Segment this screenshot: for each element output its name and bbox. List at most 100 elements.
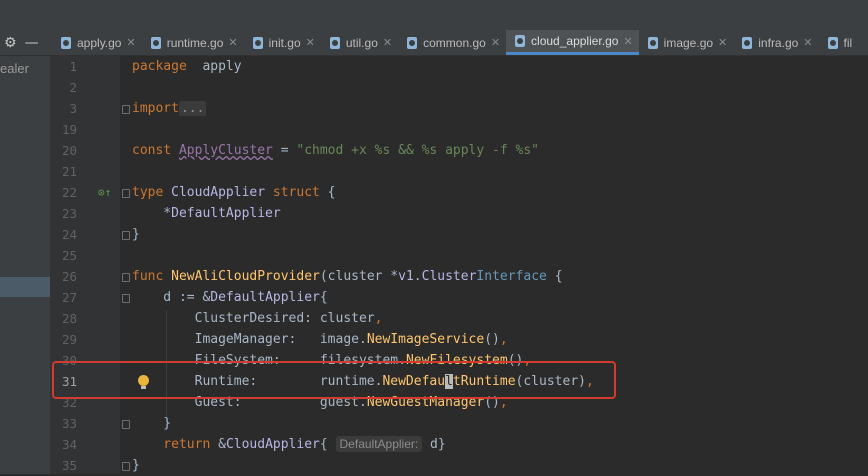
code-line[interactable]: 3 import... (50, 98, 868, 119)
close-icon[interactable]: ✕ (306, 36, 315, 49)
close-icon[interactable]: ✕ (491, 36, 500, 49)
line-number: 21 (61, 164, 77, 179)
code-token: } (132, 458, 140, 473)
line-number: 25 (61, 248, 77, 263)
code-token: { (319, 290, 328, 305)
code-token: = (272, 143, 297, 158)
project-sidebar: ealer (0, 56, 50, 474)
gear-icon[interactable]: ⚙ (4, 35, 17, 51)
editor-tab-bar: ⚙ — apply.go ✕ runtime.go ✕ init.go ✕ util.go ✕… (0, 30, 868, 56)
code-token: package (132, 59, 187, 74)
go-file-icon (150, 36, 161, 49)
code-text: const ApplyCluster = "chmod +x %s && %s … (132, 140, 539, 161)
code-token: () (484, 332, 500, 347)
code-token: v1 (398, 269, 414, 284)
code-line[interactable]: 19 (50, 119, 868, 140)
code-line[interactable]: 29 ImageManager: image.NewImageService()… (50, 329, 868, 350)
code-token: ApplyCluster (178, 143, 273, 158)
go-file-icon (252, 36, 263, 49)
code-token: ImageManager: image. (132, 332, 367, 347)
code-token: DefaultApplier (210, 290, 320, 305)
close-icon[interactable]: ✕ (126, 36, 135, 49)
tab-infra-go[interactable]: infra.go ✕ (733, 30, 818, 55)
code-text: import... (132, 98, 207, 119)
fold-marker-icon[interactable] (122, 273, 130, 282)
close-icon[interactable]: ✕ (803, 36, 812, 49)
code-line[interactable]: 27 d := &DefaultApplier{ (50, 287, 868, 308)
code-text: ImageManager: image.NewImageService(), (132, 329, 508, 350)
implementation-marker-icon[interactable]: ⊙↑ (98, 182, 111, 203)
code-line[interactable]: 1 package apply (50, 56, 868, 77)
tab-common-go[interactable]: common.go ✕ (398, 30, 506, 55)
tab-init-go[interactable]: init.go ✕ (244, 30, 321, 55)
title-strip (0, 0, 868, 30)
code-token: DefaultApplier (171, 206, 281, 221)
code-token: } (132, 416, 172, 431)
code-line[interactable]: 24} (50, 224, 868, 245)
code-line[interactable]: 20 const ApplyCluster = "chmod +x %s && %… (50, 140, 868, 161)
sidebar-selected-row[interactable] (0, 277, 50, 297)
code-line[interactable]: 2 (50, 77, 868, 98)
go-file-icon (742, 36, 753, 49)
fold-marker-icon[interactable] (122, 294, 130, 303)
code-token: NewAliCloudProvider (171, 269, 320, 284)
tab-runtime-go[interactable]: runtime.go ✕ (142, 30, 244, 55)
code-line[interactable]: 33 } (50, 413, 868, 434)
code-token: struct (272, 185, 320, 200)
line-number: 3 (69, 101, 77, 116)
fold-marker-icon[interactable] (122, 462, 130, 471)
code-line[interactable]: 26 func NewAliCloudProvider(cluster *v1.C… (50, 266, 868, 287)
line-number: 20 (61, 143, 77, 158)
close-icon[interactable]: ✕ (383, 36, 392, 49)
code-token: Interface (476, 269, 547, 284)
code-line[interactable]: 35} (50, 455, 868, 476)
tab-cloud-applier-go[interactable]: cloud_applier.go ✕ (506, 30, 639, 55)
code-token: { (546, 269, 563, 284)
close-icon[interactable]: ✕ (228, 36, 237, 49)
line-number: 22 (61, 185, 77, 200)
line-number: 28 (61, 311, 77, 326)
code-text: d := &DefaultApplier{ (132, 287, 328, 308)
code-text: ClusterDesired: cluster, (132, 308, 383, 329)
go-file-icon (329, 36, 340, 49)
code-token: * (132, 206, 172, 221)
code-token: "chmod +x %s && %s apply -f %s" (296, 143, 540, 158)
code-token: ClusterDesired: cluster (132, 311, 375, 326)
code-token: { (319, 437, 336, 452)
code-token: } (132, 227, 140, 242)
tab-label: cloud_applier.go (531, 34, 619, 48)
fold-marker-icon[interactable] (122, 105, 130, 114)
code-text: } (132, 224, 140, 245)
code-line[interactable]: 22 ⊙↑ type CloudApplier struct { (50, 182, 868, 203)
close-icon[interactable]: ✕ (718, 36, 727, 49)
tab-fil[interactable]: fil (819, 30, 859, 55)
tab-list: apply.go ✕ runtime.go ✕ init.go ✕ util.go ✕ comm… (52, 30, 858, 55)
minus-icon[interactable]: — (25, 35, 39, 51)
fold-marker-icon[interactable] (122, 420, 130, 429)
code-editor[interactable]: 1 package apply 2 3 import... 19 20 const Apply… (50, 56, 868, 476)
tab-apply-go[interactable]: apply.go ✕ (52, 30, 142, 55)
folded-region[interactable]: ... (178, 101, 207, 116)
close-icon[interactable]: ✕ (623, 35, 632, 48)
line-number: 29 (61, 332, 77, 347)
go-file-icon (407, 36, 418, 49)
line-number: 33 (61, 416, 77, 431)
line-number: 19 (61, 122, 77, 137)
line-number: 34 (61, 437, 77, 452)
code-text: } (132, 413, 171, 434)
tab-image-go[interactable]: image.go ✕ (639, 30, 734, 55)
go-file-icon (515, 35, 526, 47)
code-line[interactable]: 34 return &CloudApplier{ DefaultApplier:… (50, 434, 868, 455)
annotation-highlight-box (52, 361, 616, 399)
code-line[interactable]: 21 (50, 161, 868, 182)
fold-marker-icon[interactable] (122, 231, 130, 240)
code-line[interactable]: 28 ClusterDesired: cluster, (50, 308, 868, 329)
code-line[interactable]: 25 (50, 245, 868, 266)
code-line[interactable]: 23 *DefaultApplier (50, 203, 868, 224)
fold-marker-icon[interactable] (122, 189, 130, 198)
code-token: type (132, 185, 164, 200)
tab-util-go[interactable]: util.go ✕ (321, 30, 398, 55)
code-token: d := & (132, 290, 211, 305)
